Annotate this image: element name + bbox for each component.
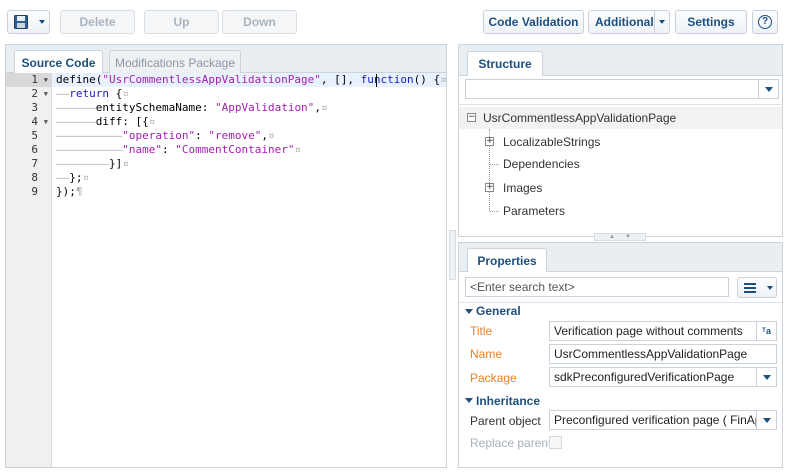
vertical-splitter[interactable] [449,230,456,280]
tree-item-localizable-strings[interactable]: LocalizableStrings [503,135,600,149]
tree-item-parameters[interactable]: Parameters [503,204,565,218]
fold-arrow-icon[interactable]: ▼ [44,115,48,129]
down-button[interactable]: Down [222,10,297,34]
name-field[interactable]: UsrCommentlessAppValidationPage [549,344,777,364]
source-editor-panel: Source Code Modifications Package 1 ▼ 2 ▼ … [5,44,447,468]
line-number: 6 [31,143,38,156]
caret-down-icon[interactable] [465,309,473,314]
package-field[interactable]: sdkPreconfiguredVerificationPage [549,367,757,387]
question-icon: ? [758,15,772,29]
line-number: 1 ▼ [6,73,52,87]
code-line[interactable]: define("UsrCommentlessAppValidationPage"… [56,73,447,87]
section-inheritance[interactable]: Inheritance [476,394,540,408]
tree-connector [490,164,499,165]
code-line[interactable]: ————————}]¤ [56,157,129,171]
chevron-down-icon [767,286,773,290]
additional-button[interactable]: Additional [588,10,670,34]
package-dropdown[interactable] [757,367,777,387]
code-line[interactable]: ——};¤ [56,171,89,185]
structure-tree: − UsrCommentlessAppValidationPage + Loca… [459,104,782,236]
additional-dropdown-icon[interactable] [654,11,669,33]
tab-modifications-package[interactable]: Modifications Package [109,50,241,74]
tree-item-dependencies[interactable]: Dependencies [503,157,580,171]
line-number: 5 [31,129,38,142]
line-number: 9 [31,185,38,198]
replace-parent-label: Replace parent [470,436,552,450]
code-line[interactable]: ——————entitySchemaName: "AppValidation",… [56,101,328,115]
tab-properties[interactable]: Properties [467,248,547,272]
replace-parent-checkbox[interactable] [549,436,562,449]
help-button[interactable]: ? [752,10,778,34]
structure-panel: Structure − UsrCommentlessAppValidationP… [458,44,783,237]
structure-filter-field[interactable] [465,79,759,99]
save-button[interactable] [7,10,50,34]
title-field[interactable]: Verification page without comments [549,321,757,341]
settings-button[interactable]: Settings [675,10,747,34]
chevron-down-icon [764,86,773,92]
properties-tabbar: Properties [459,243,782,272]
tree-connector [490,211,499,212]
chevron-down-icon [762,374,771,380]
collapse-icon[interactable]: − [467,113,476,122]
tab-source-code[interactable]: Source Code [14,50,103,74]
code-line[interactable]: ——————————"name": "CommentContainer"¤ [56,143,301,157]
properties-search-input[interactable]: <Enter search text> [465,277,729,297]
divider [459,302,782,303]
chevron-down-icon [762,417,771,423]
package-label: Package [470,371,517,385]
parent-object-label: Parent object [470,414,541,428]
code-line[interactable]: ——return {¤ [56,87,129,101]
line-number: 4 ▼ [31,115,48,129]
tree-item-images[interactable]: Images [503,181,542,195]
expand-icon[interactable]: + [485,183,494,192]
view-mode-button[interactable] [737,277,777,298]
properties-panel: Properties <Enter search text> General T… [458,242,783,468]
line-number: 2 ▼ [31,87,48,101]
parent-object-dropdown[interactable] [757,410,777,430]
code-line[interactable]: ——————diff: [{¤ [56,115,155,129]
floppy-disk-icon [14,15,28,29]
translate-icon: ᵀa [762,326,771,336]
additional-label: Additional [595,15,654,29]
text-cursor [376,74,377,87]
line-number: 7 [31,157,38,170]
toolbar: Delete Up Down Code Validation Additiona… [0,0,788,44]
parent-object-field[interactable]: Preconfigured verification page ( FinApp… [549,410,757,430]
code-line[interactable]: ——————————"operation": "remove",¤ [56,129,275,143]
section-general[interactable]: General [476,304,521,318]
code-line[interactable]: });¶ [56,185,83,199]
expand-icon[interactable]: + [485,137,494,146]
chevron-up-icon: ▲ [609,234,615,240]
line-number: 3 [31,101,38,114]
code-validation-button[interactable]: Code Validation [483,10,584,34]
name-label: Name [470,347,503,361]
title-label: Title [470,324,493,338]
delete-button[interactable]: Delete [60,10,135,34]
caret-down-icon[interactable] [465,398,473,403]
fold-arrow-icon[interactable]: ▼ [44,73,48,87]
horizontal-splitter[interactable]: ▲ ▼ [594,233,646,241]
tab-structure[interactable]: Structure [467,51,543,76]
chevron-down-icon: ▼ [625,234,631,240]
up-button[interactable]: Up [144,10,219,34]
fold-arrow-icon[interactable]: ▼ [44,87,48,101]
tree-root-label[interactable]: UsrCommentlessAppValidationPage [483,111,676,125]
editor-tabbar: Source Code Modifications Package [6,45,446,74]
save-dropdown-icon[interactable] [39,20,45,24]
structure-filter-dropdown[interactable] [759,79,779,99]
translate-button[interactable]: ᵀa [757,321,777,341]
list-view-icon [744,282,756,293]
line-number: 8 [31,171,38,184]
structure-tabbar: Structure [459,45,782,76]
